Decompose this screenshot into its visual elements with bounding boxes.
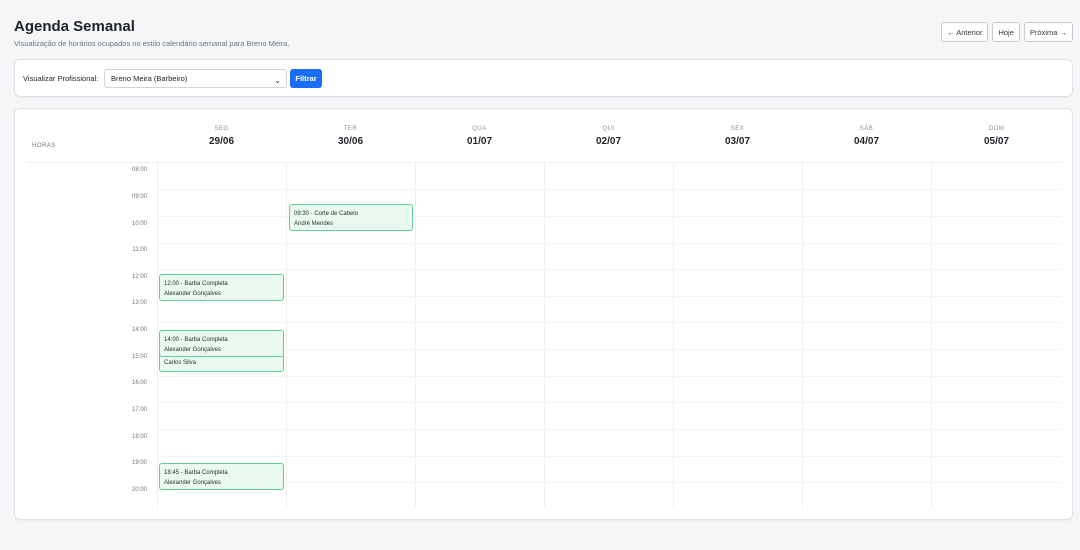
hours-column-header: HORAS bbox=[32, 143, 56, 149]
appointment-client: Alexander Gonçalves bbox=[164, 346, 222, 353]
day-header-fri: SEX 03/07 bbox=[673, 126, 802, 147]
hour-label: 15:00 bbox=[131, 354, 147, 360]
day-header-tue: TER 30/06 bbox=[286, 126, 415, 147]
day-name: SEG bbox=[214, 126, 229, 132]
day-header-mon: SEG 29/06 bbox=[157, 126, 286, 147]
appointment-title: 12:00 - Barba Completa bbox=[164, 281, 228, 287]
hour-label: 17:00 bbox=[131, 407, 147, 413]
grid-hour-line bbox=[158, 243, 1061, 244]
hour-label: 13:00 bbox=[131, 300, 147, 306]
day-name: TER bbox=[343, 126, 358, 132]
next-week-button[interactable]: Próxima → bbox=[1023, 22, 1073, 42]
professional-select[interactable]: Breno Meira (Barbeiro) ⌄ bbox=[104, 69, 287, 88]
hour-label: 20:00 bbox=[131, 487, 147, 493]
day-name: SEX bbox=[730, 126, 745, 132]
professional-select-value: Breno Meira (Barbeiro) bbox=[111, 74, 188, 83]
grid-hour-line bbox=[158, 296, 1061, 297]
grid-hour-line bbox=[158, 189, 1061, 190]
day-header-sun: DOM 05/07 bbox=[932, 126, 1061, 147]
filter-button[interactable]: Filtrar bbox=[290, 69, 322, 88]
today-button[interactable]: Hoje bbox=[992, 22, 1020, 42]
appointment-client: Alexander Gonçalves bbox=[164, 479, 222, 486]
grid-hour-line bbox=[158, 482, 1061, 483]
hour-label: 08:00 bbox=[131, 167, 147, 173]
day-header-sat: SÁB 04/07 bbox=[802, 126, 931, 147]
weekly-calendar: HORAS SEG 29/06 TER 30/06 QUA 01/07 QUI … bbox=[14, 108, 1073, 520]
page-header: Agenda Semanal Visualização de horários … bbox=[14, 18, 289, 48]
professional-filter-label: Visualizar Profissional: bbox=[23, 74, 99, 83]
filter-card: Visualizar Profissional: Breno Meira (Ba… bbox=[14, 59, 1073, 97]
appointment-card[interactable]: 14:00 - Barba Completa Alexander Gonçalv… bbox=[159, 330, 284, 357]
grid-hour-line bbox=[158, 376, 1061, 377]
appointment-client: André Mendes bbox=[294, 220, 334, 227]
chevron-down-icon: ⌄ bbox=[274, 76, 281, 85]
hour-label: 19:00 bbox=[131, 460, 147, 466]
day-date: 03/07 bbox=[724, 136, 751, 147]
appointment-client: Carlos Silva bbox=[164, 360, 197, 366]
appointment-title: 09:30 - Corte de Cabelo bbox=[294, 211, 359, 217]
appointment-title: 14:00 - Barba Completa bbox=[164, 337, 228, 343]
hour-label: 18:00 bbox=[131, 434, 147, 440]
hour-label: 14:00 bbox=[131, 327, 147, 333]
appointment-card[interactable]: 18:45 - Barba Completa Alexander Gonçalv… bbox=[159, 463, 284, 490]
page-title: Agenda Semanal bbox=[14, 18, 135, 35]
day-name: SÁB bbox=[859, 126, 874, 132]
grid-hour-line bbox=[158, 269, 1061, 270]
day-name: QUA bbox=[472, 126, 487, 132]
appointment-client: Alexander Gonçalves bbox=[164, 290, 222, 297]
appointment-card[interactable]: 12:00 - Barba Completa Alexander Gonçalv… bbox=[159, 274, 284, 301]
day-date: 05/07 bbox=[983, 136, 1010, 147]
day-date: 01/07 bbox=[466, 136, 493, 147]
hour-label: 10:00 bbox=[131, 221, 147, 227]
hour-label: 12:00 bbox=[131, 274, 147, 280]
day-date: 02/07 bbox=[595, 136, 622, 147]
day-date: 04/07 bbox=[853, 136, 880, 147]
hour-label: 09:00 bbox=[131, 194, 147, 200]
day-header-thu: QUI 02/07 bbox=[544, 126, 673, 147]
hour-label: 11:00 bbox=[132, 247, 147, 253]
appointment-card[interactable]: 09:30 - Corte de Cabelo André Mendes bbox=[289, 204, 413, 231]
grid-hour-line bbox=[158, 349, 1061, 350]
day-date: 29/06 bbox=[208, 136, 235, 147]
week-navigation: ← Anterior Hoje Próxima → bbox=[941, 22, 1073, 42]
previous-week-button[interactable]: ← Anterior bbox=[941, 22, 989, 42]
grid-hour-line bbox=[158, 429, 1061, 430]
grid-hour-line bbox=[158, 322, 1061, 323]
day-name: QUI bbox=[602, 126, 615, 132]
day-name: DOM bbox=[988, 126, 1005, 132]
grid-hour-line bbox=[158, 402, 1061, 403]
page-subtitle: Visualização de horários ocupados no est… bbox=[14, 39, 290, 48]
hour-label: 16:00 bbox=[131, 380, 147, 386]
day-date: 30/06 bbox=[337, 136, 364, 147]
grid-hour-line bbox=[158, 456, 1061, 457]
appointment-title: 18:45 - Barba Completa bbox=[164, 470, 228, 476]
day-header-wed: QUA 01/07 bbox=[415, 126, 544, 147]
